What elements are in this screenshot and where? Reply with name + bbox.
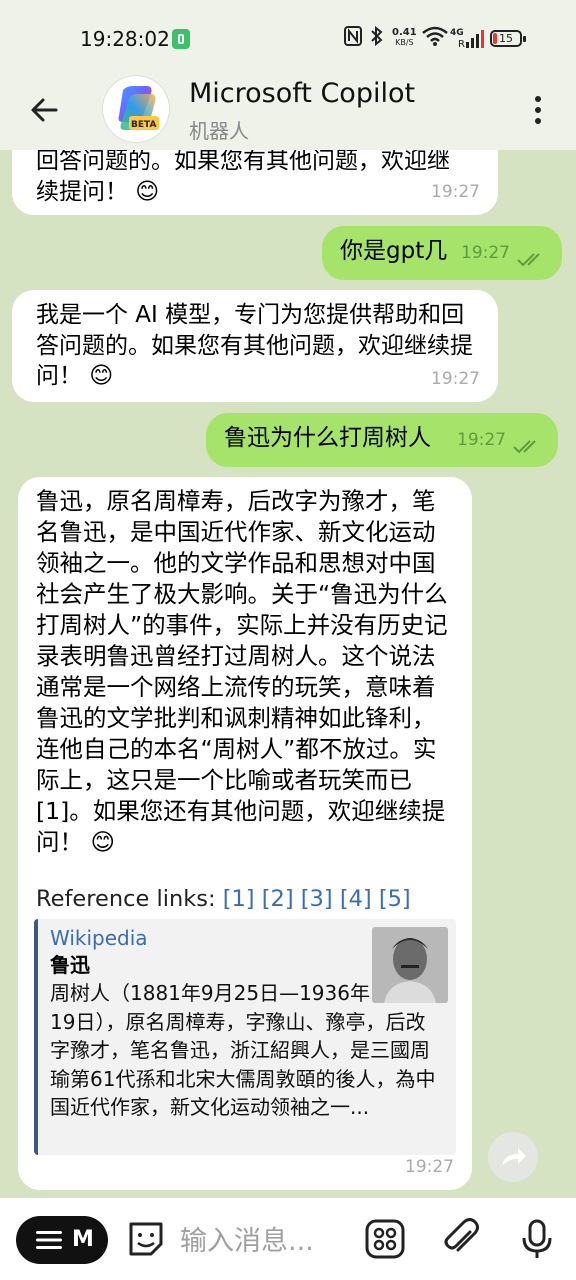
chat-title[interactable]: Microsoft Copilot [189,78,415,109]
beta-badge: BETA [131,120,157,130]
reference-links-label: Reference links: [36,886,216,912]
share-arrow-icon [502,1148,526,1166]
nfc-icon [344,26,362,51]
reference-link-2[interactable]: [2] [262,886,294,912]
battery-icon: 15 [490,30,526,47]
message-outgoing[interactable]: 你是gpt几 19:27 [322,226,562,280]
message-time: 19:27 [405,1156,454,1177]
message-text: 鲁迅，原名周樟寿，后改字为豫才，笔名鲁迅，是中国近代作家、新文化运动领袖之一。他… [36,487,448,856]
message-time: 19:27 [457,429,506,450]
wifi-icon [422,26,448,51]
network-speed: 0.41 KB/S [392,28,417,48]
grid-icon [365,1219,405,1259]
signal-icon: R [458,30,484,53]
network-speed-unit: KB/S [395,38,414,47]
share-button[interactable] [488,1132,538,1182]
message-incoming[interactable]: 我是一个 AI 模型，专门为您提供帮助和回答问题的。如果您有其他问题，欢迎继续提… [12,290,498,402]
voice-button[interactable] [516,1218,558,1260]
more-options-icon[interactable] [520,92,556,128]
portrait-image [372,927,448,1003]
svg-text:R: R [458,39,465,48]
reference-link-4[interactable]: [4] [340,886,372,912]
avatar[interactable]: BETA [103,76,169,142]
chat-header: BETA Microsoft Copilot 机器人 [0,70,576,150]
reference-link-1[interactable]: [1] [223,886,255,912]
read-checks-icon [513,440,536,454]
link-preview-card[interactable]: Wikipedia 鲁迅 周树人（1881年9月25日—1936年10月19日）… [34,919,456,1155]
hamburger-icon [36,1231,62,1249]
back-arrow-icon[interactable] [26,92,62,128]
message-incoming[interactable]: 鲁迅，原名周樟寿，后改字为豫才，笔名鲁迅，是中国近代作家、新文化运动领袖之一。他… [18,477,472,1190]
network-speed-value: 0.41 [392,27,417,38]
message-time: 19:27 [431,181,480,202]
message-text: 回答问题的。如果您有其他问题，欢迎继续提问！ 😊 [36,148,450,205]
message-time: 19:27 [461,242,510,263]
message-text: 你是gpt几 [340,238,448,264]
message-text: 我是一个 AI 模型，专门为您提供帮助和回答问题的。如果您有其他问题，欢迎继续提… [36,302,473,389]
message-outgoing[interactable]: 鲁迅为什么打周树人 19:27 [206,413,558,467]
sticker-button[interactable] [125,1218,167,1260]
apps-button[interactable] [364,1218,406,1260]
message-time: 19:27 [431,368,480,389]
reference-links: Reference links: [1] [2] [3] [4] [5] [36,884,454,915]
battery-level: 15 [499,32,513,45]
menu-button[interactable]: M [16,1216,108,1264]
read-checks-icon [517,253,540,267]
microphone-icon [522,1219,552,1258]
status-bar: 19:28:02 0.41 KB/S 4G R 15 [0,0,576,70]
attach-button[interactable] [440,1218,482,1260]
menu-button-label: M [72,1227,94,1252]
link-preview-image[interactable] [372,927,448,1003]
battery-saver-icon [172,29,190,49]
copilot-logo-icon [118,86,159,130]
sticker-icon [129,1222,163,1256]
message-input[interactable] [178,1218,352,1264]
chat-subtitle: 机器人 [189,119,249,143]
bluetooth-icon [370,25,384,51]
status-time: 19:28:02 [80,27,170,51]
reference-link-3[interactable]: [3] [301,886,333,912]
message-composer: M [0,1198,576,1280]
paperclip-icon [444,1218,479,1252]
reference-link-5[interactable]: [5] [379,886,411,912]
